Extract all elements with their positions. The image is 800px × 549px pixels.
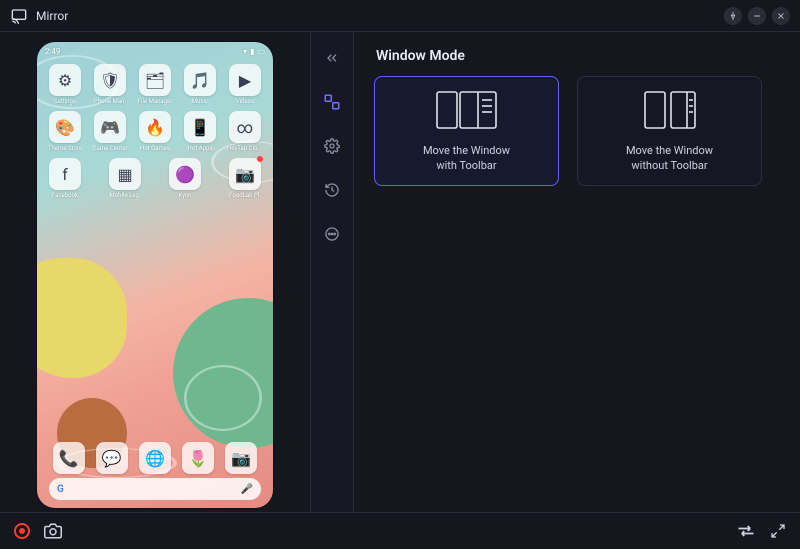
phone-app[interactable]: 🎨 Theme Store — [47, 111, 83, 152]
app-label: Phone Man. — [94, 98, 126, 105]
app-icon: 🗂 — [139, 64, 171, 96]
titlebar: Mirror — [0, 0, 800, 32]
google-logo-icon: G — [57, 484, 64, 495]
mic-icon: 🎤 — [241, 484, 253, 495]
fullscreen-button[interactable] — [770, 523, 786, 539]
dock-app[interactable]: 🌐 — [139, 442, 171, 474]
app-label: Settings — [54, 98, 76, 105]
phone-search-bar[interactable]: G 🎤 — [49, 478, 261, 500]
phone-app[interactable]: 🔥 Hot Games — [137, 111, 173, 152]
signal-icon: ▮ — [250, 47, 254, 56]
notification-dot — [257, 156, 263, 162]
app-label: Facebook — [52, 192, 78, 199]
app-label: File Manager — [138, 98, 173, 105]
phone-dock: 📞 💬 🌐 🌷 📷 — [37, 442, 273, 474]
phone-preview-pane: 2:49 ▾ ▮ ▭ ⚙ Settings 🛡 Phone Man. 🗂 File Man… — [0, 32, 310, 512]
wifi-icon: ▾ — [243, 47, 247, 56]
app-icon: f — [49, 158, 81, 190]
settings-tab[interactable] — [318, 132, 346, 160]
window-mode-tab[interactable] — [318, 88, 346, 116]
app-icon: ∞ — [229, 111, 261, 143]
app-title: Mirror — [36, 9, 68, 23]
app-label: Music — [192, 98, 208, 105]
app-icon: ▦ — [109, 158, 141, 190]
dock-app[interactable]: 🌷 — [182, 442, 214, 474]
app-icon-cast — [10, 7, 28, 25]
phone-status-bar: 2:49 ▾ ▮ ▭ — [37, 42, 273, 58]
phone-app[interactable]: ▦ Mobile Leg. — [107, 158, 143, 199]
app-label: Game Center — [93, 145, 128, 152]
dock-app[interactable]: 📞 — [53, 442, 85, 474]
app-icon: 📷 — [229, 158, 261, 190]
history-tab[interactable] — [318, 176, 346, 204]
app-icon: ▶ — [229, 64, 261, 96]
app-label: FoodLab Pl. — [229, 192, 261, 199]
app-icon: 🔥 — [139, 111, 171, 143]
screenshot-button[interactable] — [44, 522, 62, 540]
content-pane: Window Mode Move the Window with Toolbar — [354, 32, 800, 512]
app-icon: 🎮 — [94, 111, 126, 143]
close-button[interactable] — [772, 7, 790, 25]
battery-icon: ▭ — [257, 47, 265, 56]
phone-app-grid: ⚙ Settings 🛡 Phone Man. 🗂 File Manager 🎵 Music ▶… — [37, 58, 273, 199]
option-label: Move the Window — [626, 144, 713, 157]
section-title: Window Mode — [376, 48, 780, 64]
phone-clock: 2:49 — [45, 47, 60, 56]
app-icon: 📱 — [184, 111, 216, 143]
app-label: Hot Games — [140, 145, 170, 152]
option-with-toolbar[interactable]: Move the Window with Toolbar — [374, 76, 559, 186]
app-icon: 🛡 — [94, 64, 126, 96]
phone-app[interactable]: 📱 Hot Apps — [182, 111, 218, 152]
pin-button[interactable] — [724, 7, 742, 25]
phone-app[interactable]: f Facebook — [47, 158, 83, 199]
record-button[interactable] — [14, 523, 30, 539]
option-without-toolbar-icon — [639, 88, 701, 132]
dock-app[interactable]: 📷 — [225, 442, 257, 474]
more-tab[interactable] — [318, 220, 346, 248]
app-label: Hot Apps — [188, 145, 213, 152]
app-icon: 🎵 — [184, 64, 216, 96]
phone-app[interactable]: 🗂 File Manager — [137, 64, 173, 105]
option-with-toolbar-icon — [436, 88, 498, 132]
option-label: with Toolbar — [436, 159, 496, 172]
phone-screen[interactable]: 2:49 ▾ ▮ ▭ ⚙ Settings 🛡 Phone Man. 🗂 File Man… — [37, 42, 273, 508]
dock-app[interactable]: 💬 — [96, 442, 128, 474]
collapse-button[interactable] — [318, 44, 346, 72]
option-label: without Toolbar — [631, 159, 707, 172]
app-label: Videos — [236, 98, 254, 105]
record-icon — [14, 523, 30, 539]
phone-app[interactable]: 🛡 Phone Man. — [92, 64, 128, 105]
phone-app[interactable]: 🟣 Kyun — [167, 158, 203, 199]
minimize-button[interactable] — [748, 7, 766, 25]
phone-app[interactable]: 🎵 Music — [182, 64, 218, 105]
phone-app[interactable]: ∞ HeyTap Cloud — [227, 111, 263, 152]
phone-app[interactable]: ⚙ Settings — [47, 64, 83, 105]
option-without-toolbar[interactable]: Move the Window without Toolbar — [577, 76, 762, 186]
side-toolbar — [310, 32, 354, 512]
option-label: Move the Window — [423, 144, 510, 157]
bottom-bar — [0, 512, 800, 549]
app-icon: 🎨 — [49, 111, 81, 143]
app-label: Theme Store — [48, 145, 82, 152]
app-icon: ⚙ — [49, 64, 81, 96]
app-label: Kyun — [178, 192, 191, 199]
transfer-button[interactable] — [736, 523, 756, 539]
app-icon: 🟣 — [169, 158, 201, 190]
phone-app[interactable]: 🎮 Game Center — [92, 111, 128, 152]
phone-app[interactable]: ▶ Videos — [227, 64, 263, 105]
phone-app[interactable]: 📷 FoodLab Pl. — [227, 158, 263, 199]
app-label: Mobile Leg. — [110, 192, 141, 199]
app-label: HeyTap Cloud — [227, 145, 263, 152]
